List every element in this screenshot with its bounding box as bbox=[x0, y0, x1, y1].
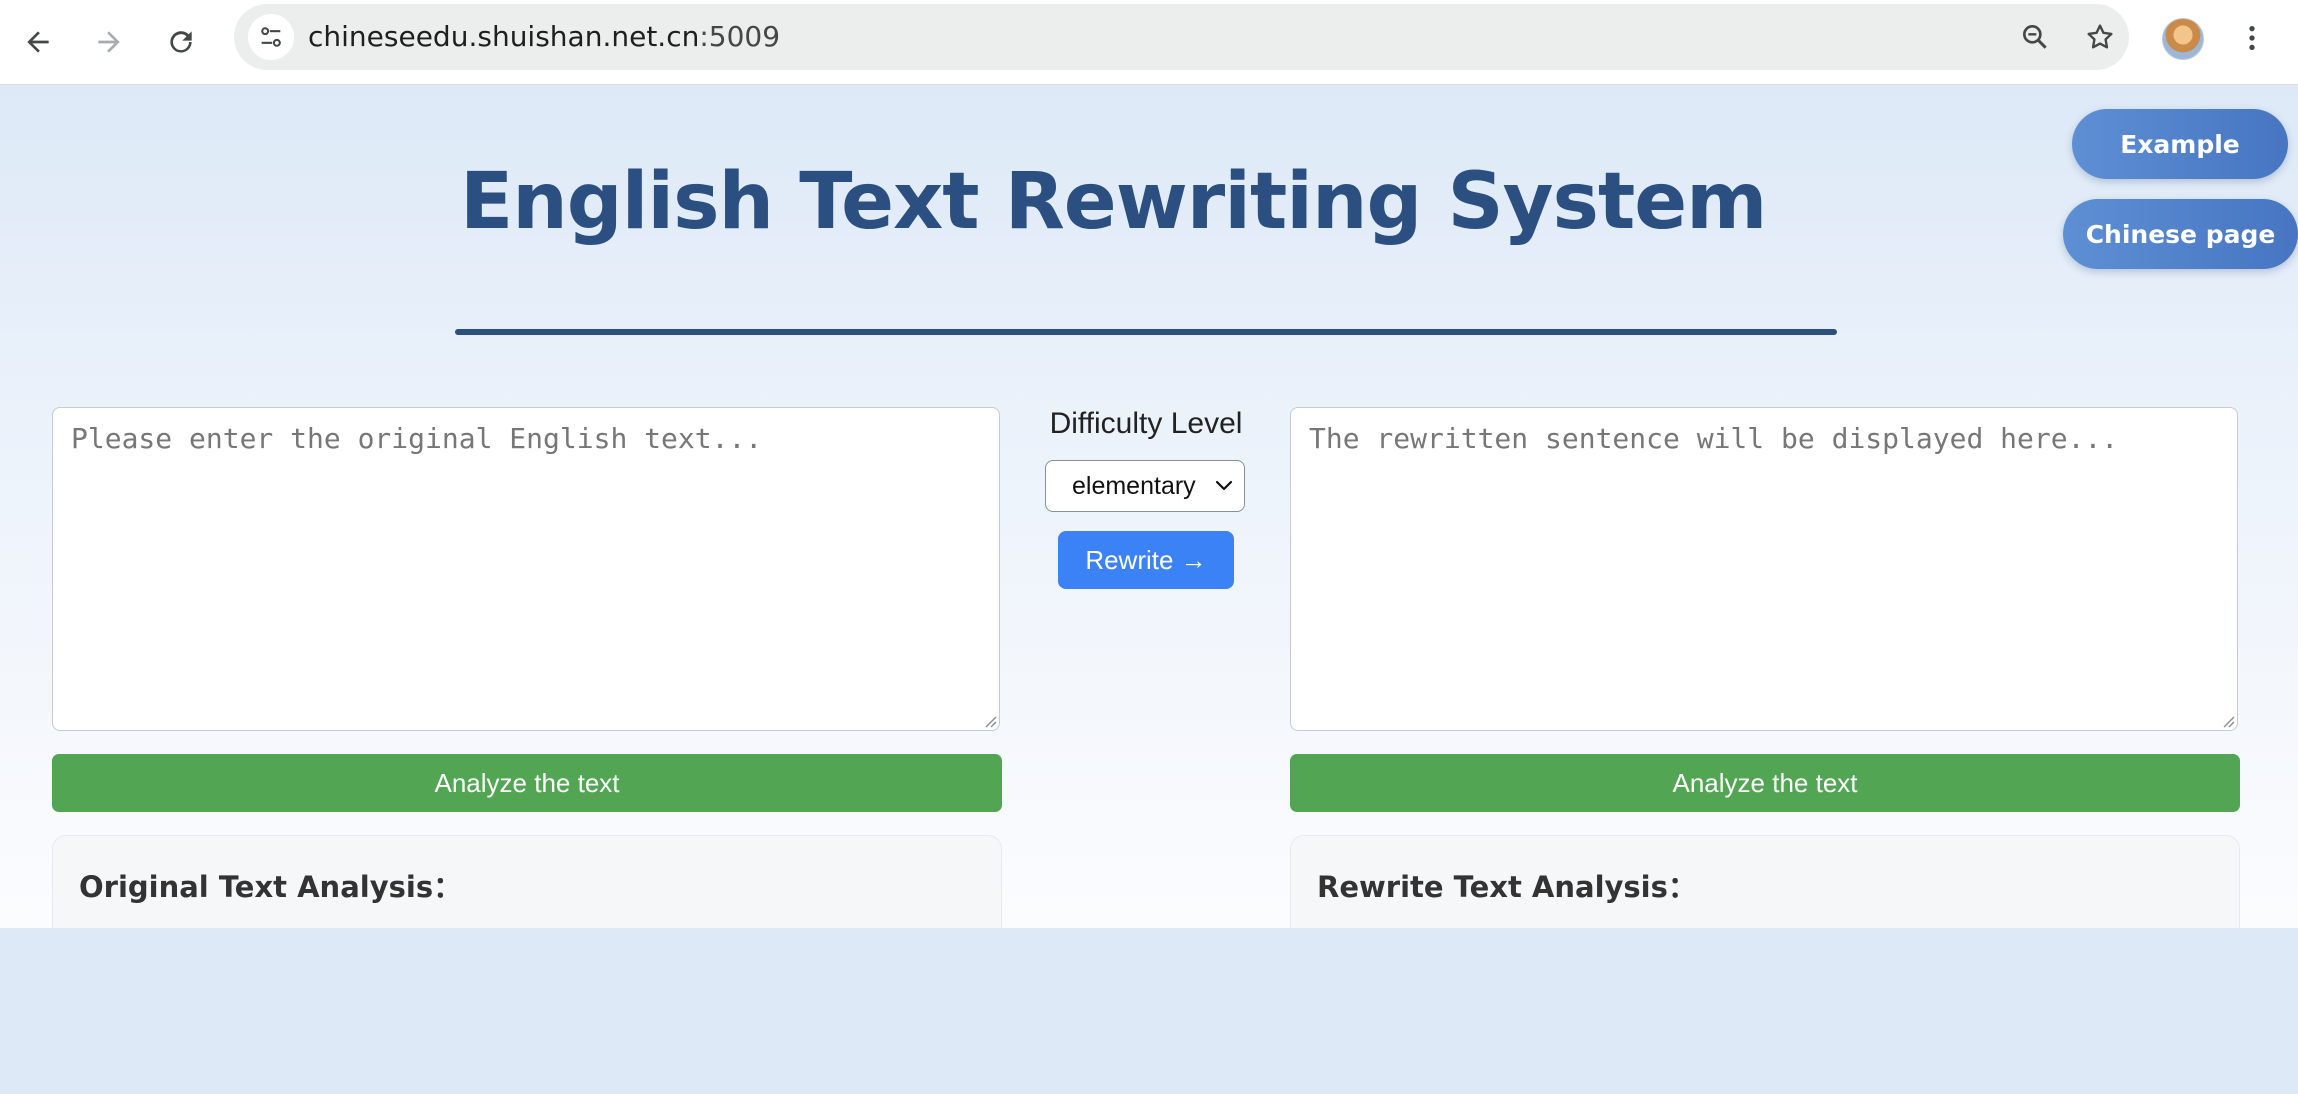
original-analysis-heading: Original Text Analysis： bbox=[79, 870, 463, 904]
site-settings-icon[interactable] bbox=[248, 14, 294, 60]
page-content: English Text Rewriting System Example Ch… bbox=[0, 85, 2298, 945]
page-background bbox=[0, 928, 2298, 1094]
more-vert-icon[interactable] bbox=[2232, 14, 2272, 62]
original-text-box bbox=[52, 407, 1000, 731]
chevron-down-icon bbox=[1215, 480, 1233, 491]
rewritten-text-output[interactable] bbox=[1291, 408, 2237, 730]
bookmark-star-icon[interactable] bbox=[2076, 13, 2124, 61]
back-arrow-icon[interactable] bbox=[10, 14, 66, 70]
forward-arrow-icon[interactable] bbox=[81, 14, 137, 70]
difficulty-label: Difficulty Level bbox=[1049, 407, 1243, 440]
rewrite-analysis-heading: Rewrite Text Analysis： bbox=[1317, 870, 1697, 904]
resize-handle-icon[interactable] bbox=[2221, 714, 2235, 728]
analyze-rewrite-button[interactable]: Analyze the text bbox=[1290, 754, 2240, 812]
rewrite-button[interactable]: Rewrite → bbox=[1058, 531, 1234, 589]
profile-avatar[interactable] bbox=[2162, 18, 2204, 60]
difficulty-selected-value: elementary bbox=[1072, 472, 1196, 500]
zoom-icon[interactable] bbox=[2011, 13, 2059, 61]
reload-icon[interactable] bbox=[153, 14, 209, 70]
example-button[interactable]: Example bbox=[2072, 109, 2288, 179]
resize-handle-icon[interactable] bbox=[983, 714, 997, 728]
analyze-original-button[interactable]: Analyze the text bbox=[52, 754, 1002, 812]
title-divider bbox=[455, 329, 1837, 335]
url-text[interactable]: chineseedu.shuishan.net.cn:5009 bbox=[308, 4, 780, 70]
original-text-input[interactable] bbox=[53, 408, 999, 730]
difficulty-select[interactable]: elementary bbox=[1045, 460, 1245, 512]
chinese-page-button[interactable]: Chinese page bbox=[2063, 199, 2298, 269]
browser-toolbar: chineseedu.shuishan.net.cn:5009 bbox=[0, 0, 2298, 85]
rewritten-text-box bbox=[1290, 407, 2238, 731]
page-title: English Text Rewriting System bbox=[460, 157, 1767, 247]
address-bar[interactable]: chineseedu.shuishan.net.cn:5009 bbox=[234, 4, 2129, 70]
